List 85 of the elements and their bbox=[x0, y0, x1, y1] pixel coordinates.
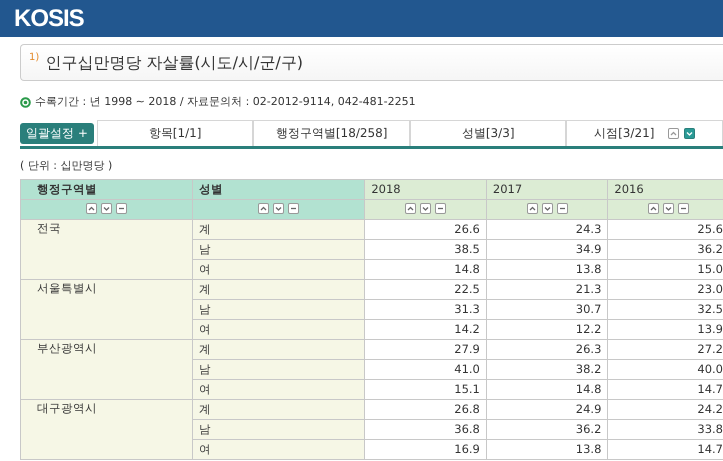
value-cell: 32.5 bbox=[608, 300, 723, 320]
value-cell: 14.8 bbox=[486, 380, 608, 400]
region-label: 부산광역시 bbox=[37, 341, 97, 355]
value-cell: 33.8 bbox=[608, 420, 723, 440]
value-cell: 21.3 bbox=[486, 280, 608, 300]
sex-cell: 여 bbox=[192, 260, 365, 280]
sex-cell: 여 bbox=[192, 380, 365, 400]
value-cell: 14.2 bbox=[364, 320, 486, 340]
value-cell: 24.2 bbox=[608, 400, 723, 420]
value-cell: 27.9 bbox=[364, 340, 486, 360]
value-cell: 25.6 bbox=[608, 220, 723, 240]
column-header: 2016 bbox=[608, 180, 723, 200]
value-cell: 26.8 bbox=[364, 400, 486, 420]
sort-descending-button[interactable] bbox=[420, 202, 432, 214]
value-cell: 15.0 bbox=[608, 260, 723, 280]
value-cell: 30.7 bbox=[486, 300, 608, 320]
sex-cell: 계 bbox=[192, 220, 365, 240]
value-cell: 38.5 bbox=[364, 240, 486, 260]
sort-ascending-button[interactable] bbox=[86, 202, 98, 214]
logo[interactable]: KOSIS bbox=[14, 4, 84, 32]
sex-cell: 남 bbox=[192, 360, 365, 380]
value-cell: 13.8 bbox=[486, 260, 608, 280]
bulk-settings-button[interactable]: 일괄설정 + bbox=[20, 122, 94, 144]
value-cell: 31.3 bbox=[364, 300, 486, 320]
value-cell: 41.0 bbox=[364, 360, 486, 380]
value-cell: 40.0 bbox=[608, 360, 723, 380]
sort-descending-button[interactable] bbox=[542, 202, 553, 214]
value-cell: 15.1 bbox=[364, 380, 486, 400]
value-cell: 13.8 bbox=[486, 440, 608, 460]
value-cell: 24.3 bbox=[486, 220, 608, 240]
sort-ascending-button[interactable] bbox=[405, 202, 416, 214]
sort-ascending-button[interactable] bbox=[648, 202, 660, 214]
collapse-button[interactable] bbox=[116, 202, 128, 214]
collapse-button[interactable] bbox=[288, 202, 300, 214]
sex-cell: 여 bbox=[192, 440, 365, 460]
value-cell: 24.9 bbox=[486, 400, 608, 420]
value-cell: 26.6 bbox=[364, 220, 486, 240]
column-header: 2017 bbox=[486, 180, 608, 200]
value-cell: 22.5 bbox=[364, 280, 486, 300]
value-cell: 14.7 bbox=[608, 380, 723, 400]
value-cell: 27.2 bbox=[608, 340, 723, 360]
filter-tab[interactable]: 성별[3/3] bbox=[410, 120, 566, 146]
value-cell: 14.7 bbox=[608, 440, 723, 460]
value-cell: 36.2 bbox=[486, 420, 608, 440]
collapse-button[interactable] bbox=[435, 202, 446, 214]
sort-ascending-button[interactable] bbox=[668, 128, 680, 138]
region-label: 서울특별시 bbox=[37, 281, 97, 295]
sex-cell: 계 bbox=[192, 340, 365, 360]
sex-cell: 남 bbox=[192, 240, 365, 260]
value-cell: 36.2 bbox=[608, 240, 723, 260]
sex-cell: 남 bbox=[192, 300, 365, 320]
collapse-button[interactable] bbox=[678, 202, 690, 214]
bullet-icon bbox=[20, 96, 31, 108]
info-text: 수록기간 : 년 1998 ~ 2018 / 자료문의처 : 02-2012-9114, 042-481-2251 bbox=[35, 94, 416, 110]
sex-cell: 여 bbox=[192, 320, 365, 340]
sex-cell: 남 bbox=[192, 420, 365, 440]
sort-ascending-button[interactable] bbox=[526, 202, 538, 214]
collapse-button[interactable] bbox=[556, 202, 568, 214]
unit-label: ( 단위 : 십만명당 ) bbox=[20, 158, 114, 174]
filter-tab[interactable]: 시점[3/21] bbox=[594, 124, 654, 142]
column-header: 성별 bbox=[192, 180, 365, 200]
sort-ascending-button[interactable] bbox=[258, 202, 270, 214]
value-cell: 14.8 bbox=[364, 260, 486, 280]
value-cell: 34.9 bbox=[486, 240, 608, 260]
footnote-mark: 1) bbox=[29, 51, 40, 65]
filter-tab[interactable]: 항목[1/1] bbox=[96, 120, 254, 146]
value-cell: 38.2 bbox=[486, 360, 608, 380]
column-header: 2018 bbox=[364, 180, 486, 200]
sort-descending-button[interactable] bbox=[101, 202, 112, 214]
value-cell: 12.2 bbox=[486, 320, 608, 340]
value-cell: 26.3 bbox=[486, 340, 608, 360]
value-cell: 23.0 bbox=[608, 280, 723, 300]
table-title: 인구십만명당 자살률(시도/시/군/구) bbox=[45, 52, 304, 74]
sort-descending-button[interactable] bbox=[273, 202, 284, 214]
value-cell: 36.8 bbox=[364, 420, 486, 440]
region-label: 대구광역시 bbox=[37, 401, 97, 415]
value-cell: 13.9 bbox=[608, 320, 723, 340]
filter-tab[interactable]: 행정구역별[18/258] bbox=[253, 120, 410, 146]
value-cell: 16.9 bbox=[364, 440, 486, 460]
sex-cell: 계 bbox=[192, 280, 365, 300]
column-header: 행정구역별 bbox=[20, 180, 193, 200]
region-label: 전국 bbox=[37, 221, 61, 235]
sort-descending-button[interactable] bbox=[663, 202, 674, 214]
sort-descending-button[interactable] bbox=[684, 128, 696, 138]
sex-cell: 계 bbox=[192, 400, 365, 420]
